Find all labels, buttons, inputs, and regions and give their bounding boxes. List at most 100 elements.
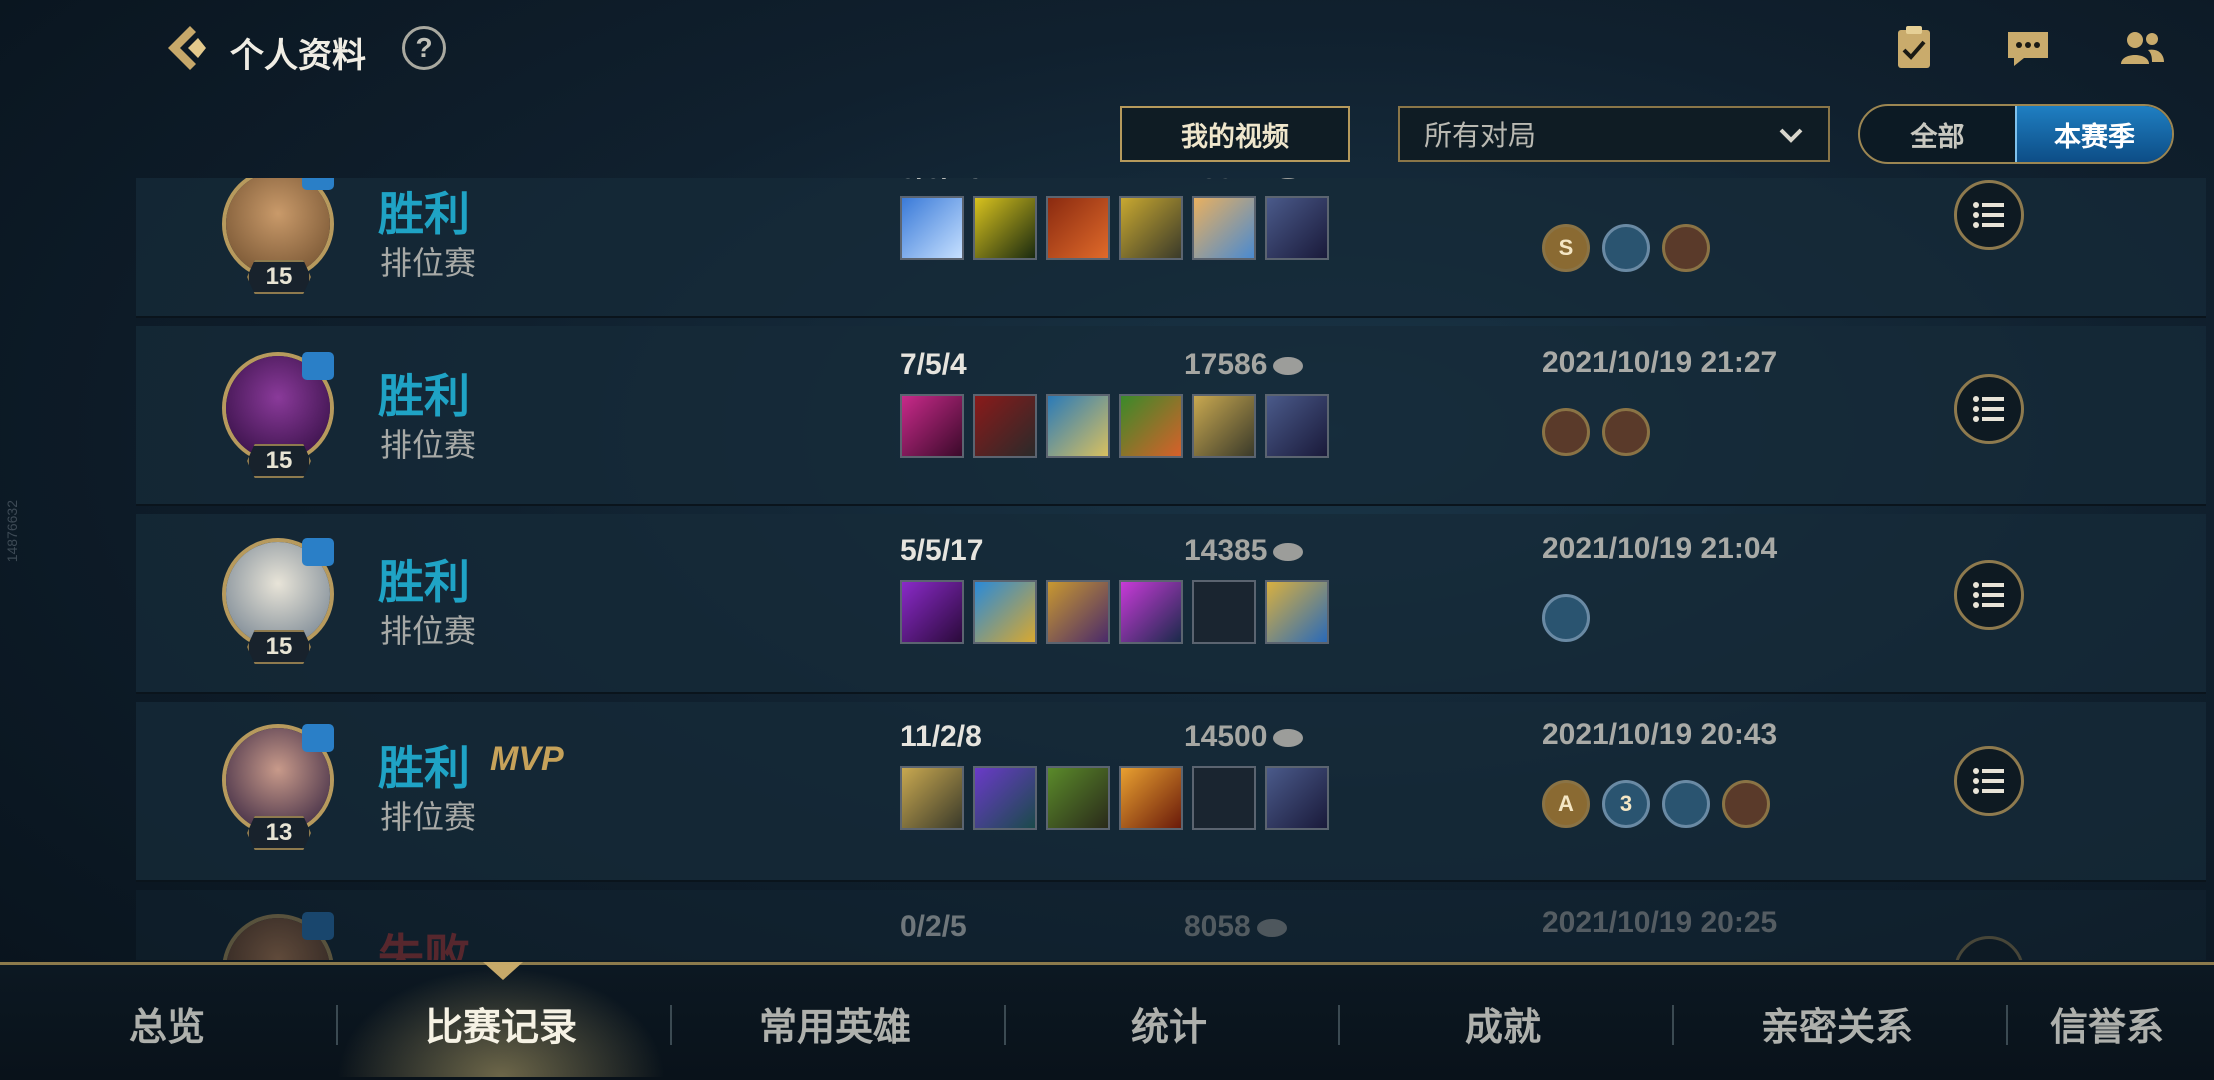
item-icon[interactable] — [973, 580, 1037, 644]
match-detail-button[interactable] — [1954, 936, 2024, 960]
item-icon[interactable] — [1119, 196, 1183, 260]
active-tab-pointer — [483, 962, 523, 980]
friends-icon[interactable] — [2118, 24, 2166, 72]
back-icon[interactable] — [158, 20, 214, 76]
item-icon[interactable] — [973, 196, 1037, 260]
list-icon — [1973, 202, 2004, 228]
tab-separator — [1672, 1005, 1674, 1045]
tab-separator — [670, 1005, 672, 1045]
gold-coin-icon — [1273, 543, 1304, 562]
champion-level: 15 — [247, 260, 311, 294]
empty-item-slot[interactable] — [1192, 580, 1256, 644]
item-icon[interactable] — [900, 196, 964, 260]
chat-icon[interactable] — [2004, 24, 2052, 72]
party-icon — [302, 538, 334, 566]
gold-earned: 14385 — [1184, 534, 1304, 568]
item-build — [900, 394, 1329, 458]
match-row[interactable]: 15 胜利 排位赛 5/5/17 14385 2021/10/19 21:04 — [136, 514, 2206, 694]
tab-separator — [2006, 1005, 2008, 1045]
season-current-option[interactable]: 本赛季 — [2015, 106, 2172, 162]
trinket-icon[interactable] — [1265, 394, 1329, 458]
match-result: 胜利 — [378, 556, 470, 608]
trinket-icon[interactable] — [1265, 196, 1329, 260]
item-icon[interactable] — [1119, 766, 1183, 830]
triple-kill-badge-icon: 3 — [1602, 780, 1650, 828]
item-build — [900, 766, 1329, 830]
gold-value: 14500 — [1184, 720, 1268, 753]
gold-value: 8058 — [1184, 910, 1251, 943]
clipboard-check-icon[interactable] — [1890, 24, 1938, 72]
tower-badge-icon — [1662, 224, 1710, 272]
match-row[interactable]: 失败 0/2/5 8058 2021/10/19 20:25 — [136, 890, 2206, 960]
gold-coin-icon — [1273, 729, 1304, 748]
champion-level: 15 — [247, 444, 311, 478]
kda: 0/2/5 — [900, 910, 967, 943]
item-icon[interactable] — [1046, 394, 1110, 458]
match-mode: 排位赛 — [380, 613, 477, 649]
dragon-badge-icon — [1542, 408, 1590, 456]
achievement-badges — [1542, 408, 1650, 456]
match-type-select[interactable]: 所有对局 — [1398, 106, 1830, 162]
trinket-icon[interactable] — [1265, 766, 1329, 830]
achievement-badges: A 3 — [1542, 780, 1770, 828]
match-detail-button[interactable] — [1954, 374, 2024, 444]
page-title: 个人资料 — [230, 37, 366, 75]
season-toggle[interactable]: 全部 本赛季 — [1858, 104, 2174, 164]
item-icon[interactable] — [900, 766, 964, 830]
match-detail-button[interactable] — [1954, 746, 2024, 816]
mvp-label: MVP — [490, 740, 564, 778]
s-rank-badge-icon: S — [1542, 224, 1590, 272]
tab-stats[interactable]: 统计 — [1054, 987, 1284, 1059]
match-result: 胜利 — [378, 370, 470, 422]
achievement-badges — [1542, 594, 1590, 642]
match-mode: 排位赛 — [380, 245, 477, 281]
item-build — [900, 580, 1329, 644]
tab-overview[interactable]: 总览 — [60, 987, 274, 1059]
item-icon[interactable] — [900, 394, 964, 458]
match-row[interactable]: 15 胜利 排位赛 7/5/4 17586 2021/10/19 21:27 — [136, 326, 2206, 506]
match-datetime: 2021/10/19 21:27 — [1542, 346, 1778, 379]
app-root: 个人资料 ? 我的视频 所有对局 全部 本赛季 15 胜利 排位赛 S 15 胜… — [0, 0, 2214, 1080]
match-type-value: 所有对局 — [1424, 120, 1537, 151]
kda: 9/5/13 — [900, 178, 983, 186]
item-icon[interactable] — [1046, 580, 1110, 644]
tab-relationships[interactable]: 亲密关系 — [1722, 987, 1952, 1059]
bottom-nav: 总览 比赛记录 常用英雄 统计 成就 亲密关系 信誉系 — [0, 962, 2214, 1080]
empty-item-slot[interactable] — [1192, 766, 1256, 830]
match-list[interactable]: 15 胜利 排位赛 9/5/13 18922 S — [0, 178, 2214, 960]
item-icon[interactable] — [1192, 394, 1256, 458]
my-videos-button[interactable]: 我的视频 — [1120, 106, 1350, 162]
tab-favorite-champions[interactable]: 常用英雄 — [720, 987, 950, 1059]
list-icon — [1973, 396, 2004, 422]
chevron-down-icon — [1779, 128, 1803, 143]
gold-earned: 18922 — [1184, 178, 1304, 186]
season-all-option[interactable]: 全部 — [1860, 106, 2015, 162]
item-icon[interactable] — [973, 766, 1037, 830]
flag-badge-icon — [1662, 780, 1710, 828]
help-button[interactable]: ? — [402, 26, 446, 70]
match-row[interactable]: 15 胜利 排位赛 9/5/13 18922 S — [136, 178, 2206, 318]
match-detail-button[interactable] — [1954, 560, 2024, 630]
match-row[interactable]: 13 胜利 MVP 排位赛 11/2/8 14500 2021/10/19 20… — [136, 702, 2206, 882]
flag-badge-icon — [1602, 224, 1650, 272]
tab-separator — [336, 1005, 338, 1045]
gold-badge-icon — [1722, 780, 1770, 828]
tab-honor[interactable]: 信誉系 — [2050, 987, 2214, 1059]
item-icon[interactable] — [1046, 196, 1110, 260]
gold-earned: 17586 — [1184, 348, 1304, 382]
item-icon[interactable] — [1119, 394, 1183, 458]
match-result: 胜利 — [378, 188, 470, 240]
match-detail-button[interactable] — [1954, 180, 2024, 250]
item-icon[interactable] — [1119, 580, 1183, 644]
gold-value: 18922 — [1184, 178, 1267, 185]
champion-level: 15 — [247, 630, 311, 664]
gold-earned: 8058 — [1184, 910, 1287, 944]
trinket-icon[interactable] — [1265, 580, 1329, 644]
tab-achievements[interactable]: 成就 — [1388, 987, 1618, 1059]
item-icon[interactable] — [900, 580, 964, 644]
item-icon[interactable] — [973, 394, 1037, 458]
tab-match-history[interactable]: 比赛记录 — [386, 987, 616, 1059]
item-icon[interactable] — [1046, 766, 1110, 830]
list-icon — [1973, 768, 2004, 794]
item-icon[interactable] — [1192, 196, 1256, 260]
